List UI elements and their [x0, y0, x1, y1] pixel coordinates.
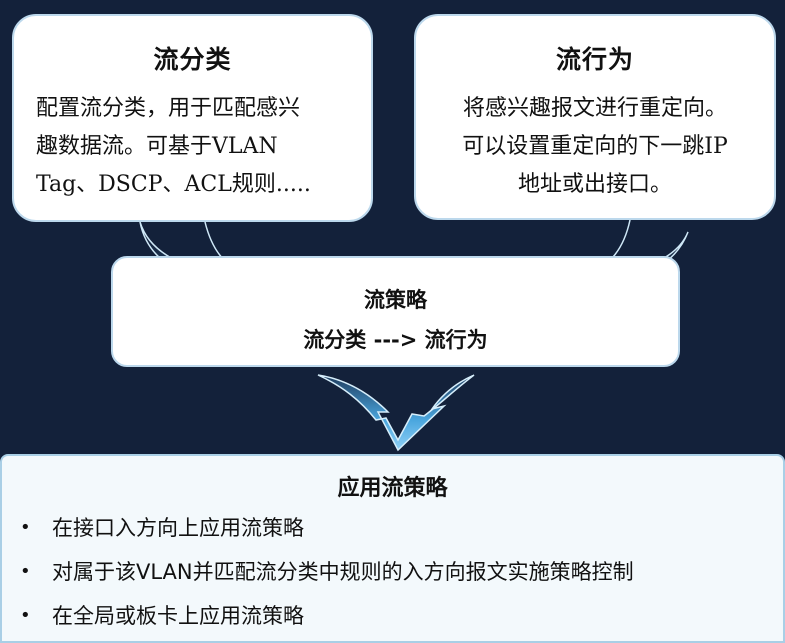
- behavior-line: 将感兴趣报文进行重定向。: [462, 96, 727, 121]
- classifier-line: Tag、DSCP、ACL规则.....: [36, 172, 311, 197]
- bullet-icon: •: [20, 517, 31, 538]
- flow-policy-box: 流策略 流分类 ---> 流行为: [111, 256, 680, 367]
- behavior-line: 地址或出接口。: [517, 172, 672, 197]
- behavior-title: 流行为: [555, 45, 634, 74]
- apply-item-text: 对属于该VLAN并匹配流分类中规则的入方向报文实施策略控制: [52, 560, 634, 584]
- list-item: • 在接口入方向上应用流策略: [16, 506, 634, 550]
- list-item: • 在全局或板卡上应用流策略: [16, 594, 634, 638]
- behavior-description: 将感兴趣报文进行重定向。 可以设置重定向的下一跳IP 地址或出接口。: [416, 90, 774, 204]
- apply-title: 应用流策略: [337, 476, 448, 501]
- bullet-icon: •: [20, 561, 31, 582]
- bullet-icon: •: [20, 605, 31, 626]
- apply-list: • 在接口入方向上应用流策略 • 对属于该VLAN并匹配流分类中规则的入方向报文实施…: [16, 506, 634, 638]
- policy-to-apply-arrow: [317, 374, 475, 452]
- classifier-line: 趣数据流。可基于VLAN: [36, 134, 278, 159]
- policy-formula: 流分类 ---> 流行为: [303, 328, 488, 352]
- classifier-description: 配置流分类，用于匹配感兴 趣数据流。可基于VLAN Tag、DSCP、ACL规则…: [36, 90, 366, 204]
- apply-item-text: 在接口入方向上应用流策略: [52, 516, 304, 540]
- behavior-line: 可以设置重定向的下一跳IP: [462, 134, 728, 159]
- classifier-title: 流分类: [153, 45, 232, 74]
- list-item: • 对属于该VLAN并匹配流分类中规则的入方向报文实施策略控制: [16, 550, 634, 594]
- flow-behavior-box: 流行为 将感兴趣报文进行重定向。 可以设置重定向的下一跳IP 地址或出接口。: [414, 14, 776, 220]
- classifier-line: 配置流分类，用于匹配感兴: [36, 96, 301, 121]
- flow-classifier-box: 流分类 配置流分类，用于匹配感兴 趣数据流。可基于VLAN Tag、DSCP、A…: [12, 14, 373, 222]
- apply-policy-box: 应用流策略 • 在接口入方向上应用流策略 • 对属于该VLAN并匹配流分类中规则的入…: [0, 454, 785, 643]
- apply-item-text: 在全局或板卡上应用流策略: [52, 604, 304, 628]
- policy-title: 流策略: [364, 288, 427, 312]
